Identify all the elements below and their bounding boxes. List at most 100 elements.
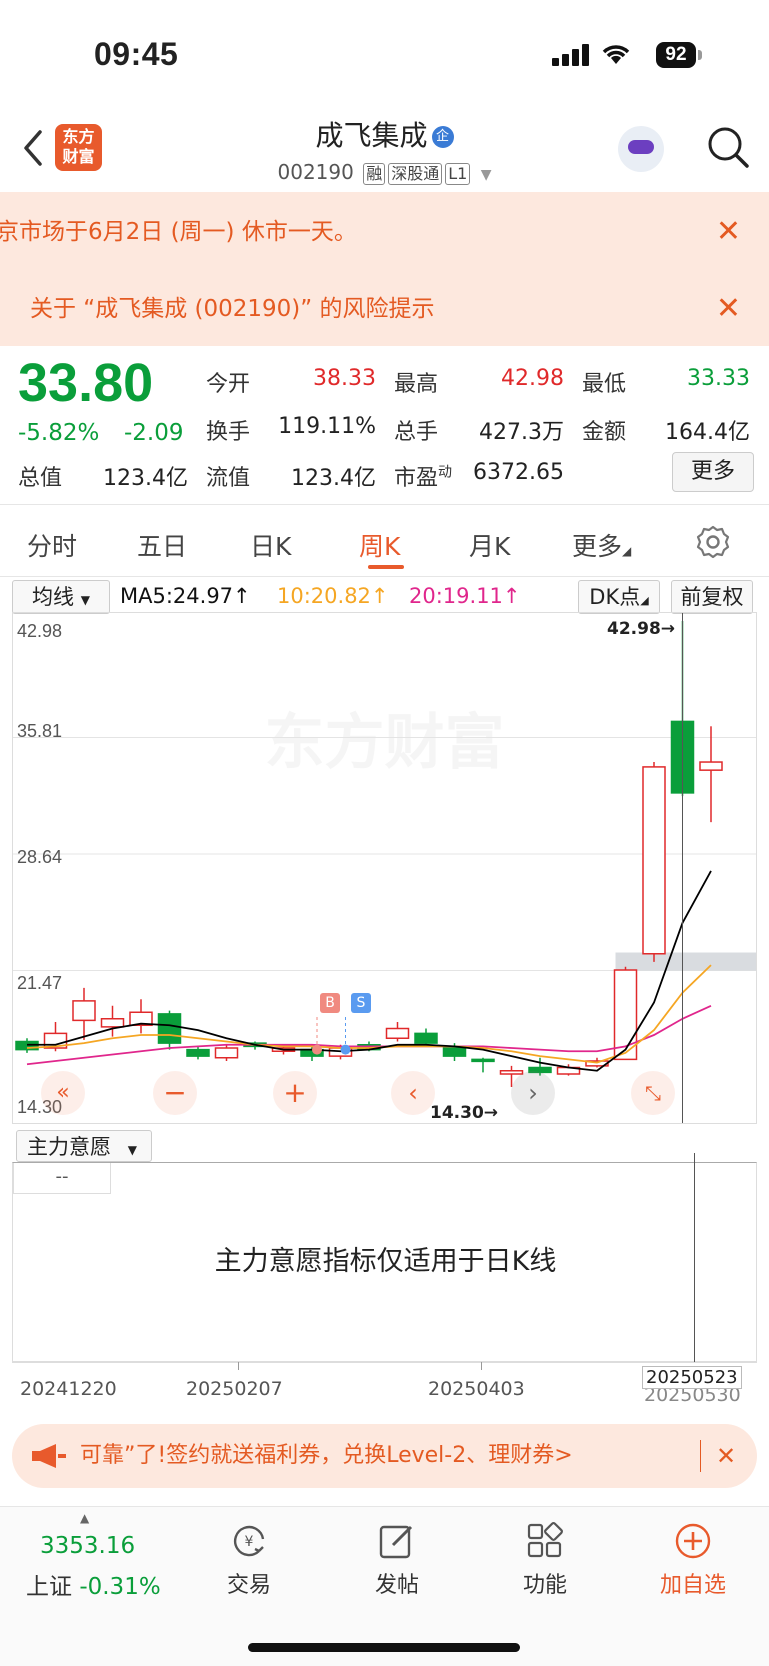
buy-marker[interactable]: B [320, 993, 340, 1013]
ma5-label: MA5:24.97↑ [120, 584, 251, 608]
trade-yen-icon: ¥ [233, 1525, 265, 1557]
x-label: 20241220 [20, 1378, 117, 1400]
status-bar: 09:45 92 [0, 0, 769, 110]
index-value[interactable]: 3353.16 [40, 1533, 135, 1559]
zoom-in-icon[interactable]: + [273, 1071, 317, 1115]
promo-banner[interactable]: 可靠”了!签约就送福利券，兑换Level-2、理财券> ✕ [12, 1424, 757, 1488]
adjust-mode-select[interactable]: 前复权 [671, 580, 753, 614]
more-quote-button[interactable]: 更多 [672, 452, 754, 492]
x-tick [238, 1362, 239, 1370]
stock-name: 成飞集成 [315, 119, 428, 152]
indicator-message: 主力意愿指标仅适用于日K线 [214, 1246, 557, 1277]
value-pe: 6372.65 [473, 460, 564, 485]
label-low: 最低 [582, 372, 627, 397]
price-zone-highlight [615, 952, 756, 971]
scroll-right-icon[interactable]: › [511, 1071, 555, 1115]
tag-margin: 融 [363, 163, 386, 185]
high-price-label: 42.98→ [607, 619, 676, 639]
tab-daily-k[interactable]: 日K [250, 527, 291, 563]
tab-intraday[interactable]: 分时 [27, 527, 77, 563]
divider [0, 576, 769, 577]
search-icon[interactable] [705, 124, 751, 170]
indicator-select-ma[interactable]: 均线 ▼ [12, 580, 110, 614]
ma20-label: 20:19.11↑ [409, 584, 521, 608]
tab-five-day[interactable]: 五日 [137, 527, 187, 563]
active-tab-underline [368, 565, 404, 569]
kline-chart[interactable]: 东方财富 42.98 35.81 28.64 21.47 14.30 42.98… [12, 612, 757, 1124]
battery-tip [698, 50, 702, 60]
candle-body [72, 1000, 96, 1022]
marker-dot [340, 1044, 351, 1055]
tab-more[interactable]: 更多◢ [572, 527, 631, 563]
nav-label: 发帖 [374, 1573, 419, 1598]
change-percent: -5.82% [18, 420, 100, 446]
y-tick-label: 21.47 [17, 973, 63, 993]
value-float-value: 123.4亿 [291, 466, 376, 491]
x-tick [481, 1362, 482, 1370]
add-circle-icon [675, 1523, 711, 1559]
nav-label: 加自选 [659, 1573, 726, 1598]
home-indicator [248, 1643, 520, 1652]
settings-gear-icon[interactable] [696, 525, 730, 559]
candle-body [499, 1070, 524, 1075]
nav-post[interactable]: 发帖 [337, 1507, 457, 1599]
label-high: 最高 [394, 372, 439, 397]
nav-functions[interactable]: 功能 [485, 1507, 605, 1599]
zoom-out-icon[interactable]: − [153, 1071, 197, 1115]
assistant-robot-icon[interactable] [618, 126, 664, 172]
notice-banner-risk[interactable]: 关于 “成飞集成 (002190)” 的风险提示 ✕ [0, 272, 769, 346]
index-summary[interactable]: 上证 -0.31% [26, 1567, 161, 1601]
current-price: 33.80 [18, 353, 154, 413]
value-high: 42.98 [501, 366, 564, 391]
nav-label: 交易 [226, 1573, 271, 1598]
marker-dot [312, 1044, 322, 1055]
label-pe-sup: 动 [438, 464, 453, 481]
x-label: 20250403 [428, 1378, 525, 1400]
low-price-label: 14.30→ [430, 1103, 499, 1123]
cellular-signal-icon [552, 44, 592, 66]
candle-body [642, 766, 666, 955]
y-tick-label: 35.81 [17, 721, 63, 741]
scroll-left-fast-icon[interactable]: « [41, 1071, 85, 1115]
nav-add-watchlist[interactable]: 加自选 [633, 1507, 753, 1599]
value-open: 38.33 [313, 366, 376, 391]
tab-weekly-k[interactable]: 周K [359, 527, 400, 563]
nav-trade[interactable]: ¥ 交易 [189, 1507, 309, 1599]
wifi-icon [602, 45, 630, 64]
label-open: 今开 [206, 372, 251, 397]
scroll-left-icon[interactable]: ‹ [391, 1071, 435, 1115]
grid-apps-icon [527, 1522, 563, 1558]
indicator-panel: -- 主力意愿指标仅适用于日K线 [12, 1153, 757, 1363]
tag-level: L1 [445, 163, 471, 185]
kline-svg [13, 613, 756, 1123]
tab-monthly-k[interactable]: 月K [469, 527, 510, 563]
bottom-nav: ▲ 3353.16 上证 -0.31% ¥ 交易 发帖 功能 加自选 [0, 1506, 769, 1666]
dk-point-select[interactable]: DK点◢ [578, 580, 660, 614]
label-pe: 市盈动 [394, 464, 453, 491]
promo-text: 可靠”了!签约就送福利券，兑换Level-2、理财券> [80, 1443, 573, 1468]
stock-code: 002190 [277, 160, 354, 184]
label-amount: 金额 [582, 420, 627, 445]
index-expand-icon[interactable]: ▲ [80, 1511, 89, 1525]
ma10-label: 10:20.82↑ [277, 584, 389, 608]
x-label: 20250207 [186, 1378, 283, 1400]
fullscreen-icon[interactable]: ⤡ [631, 1071, 675, 1115]
svg-text:¥: ¥ [245, 1534, 254, 1550]
status-time: 09:45 [94, 36, 179, 72]
candle-body [157, 1013, 182, 1044]
close-icon[interactable]: ✕ [716, 192, 741, 272]
close-icon[interactable]: ✕ [716, 1424, 736, 1488]
candle-body [471, 1058, 495, 1063]
close-icon[interactable]: ✕ [716, 272, 741, 346]
candle-body [699, 761, 723, 771]
value-turnover: 119.11% [278, 414, 376, 439]
sell-marker[interactable]: S [351, 993, 371, 1013]
candle-body [385, 1027, 410, 1040]
dropdown-caret-icon[interactable]: ▼ [481, 167, 492, 183]
y-tick-label: 28.64 [17, 847, 63, 867]
megaphone-icon [32, 1444, 66, 1468]
indicator-select-main-force[interactable]: 主力意愿 ▼ [16, 1130, 152, 1162]
label-total-value: 总值 [18, 466, 63, 491]
candle-body [186, 1048, 210, 1057]
notice-banner-holiday[interactable]: 京市场于6月2日 (周一) 休市一天。 ✕ [0, 192, 769, 272]
